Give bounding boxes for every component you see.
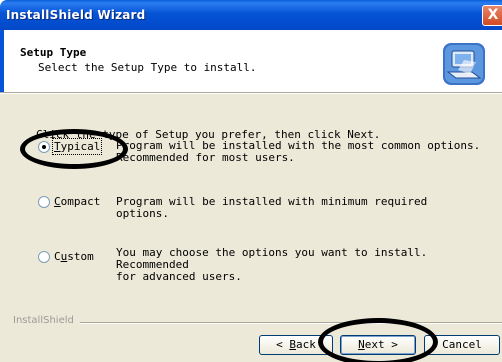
option-compact-label[interactable]: Compact — [54, 195, 100, 208]
installshield-brand: InstallShield — [13, 315, 74, 326]
wizard-header: Setup Type Select the Setup Type to inst… — [0, 30, 502, 92]
window-title: InstallShield Wizard — [6, 8, 146, 22]
page-title: Setup Type — [20, 46, 87, 59]
highlight-oval-typical — [20, 129, 128, 169]
installer-computer-icon — [443, 43, 485, 85]
option-custom-label[interactable]: Custom — [54, 250, 94, 263]
option-typical-description: Program will be installed with the most … — [116, 139, 481, 164]
label-pre: C — [54, 250, 61, 263]
header-divider-highlight — [0, 93, 502, 94]
highlight-oval-next — [318, 318, 438, 362]
label-rest: ompact — [60, 195, 101, 208]
hotkey-b: B — [289, 338, 296, 351]
back-pre: < — [276, 338, 290, 351]
title-bar[interactable]: InstallShield Wizard X — [0, 0, 502, 30]
page-subtitle: Select the Setup Type to install. — [38, 61, 257, 74]
close-button[interactable]: X — [482, 5, 502, 26]
label-rest: stom — [67, 250, 94, 263]
footer-divider-highlight — [80, 323, 502, 324]
wizard-body: Setup Type Select the Setup Type to inst… — [0, 30, 502, 362]
back-rest: ack — [296, 338, 316, 351]
option-compact-description: Program will be installed with minimum r… — [116, 195, 428, 220]
radio-custom[interactable] — [38, 251, 50, 263]
radio-compact[interactable] — [38, 196, 50, 208]
hotkey-c: C — [54, 195, 61, 208]
option-custom-description: You may choose the options you want to i… — [116, 246, 428, 283]
